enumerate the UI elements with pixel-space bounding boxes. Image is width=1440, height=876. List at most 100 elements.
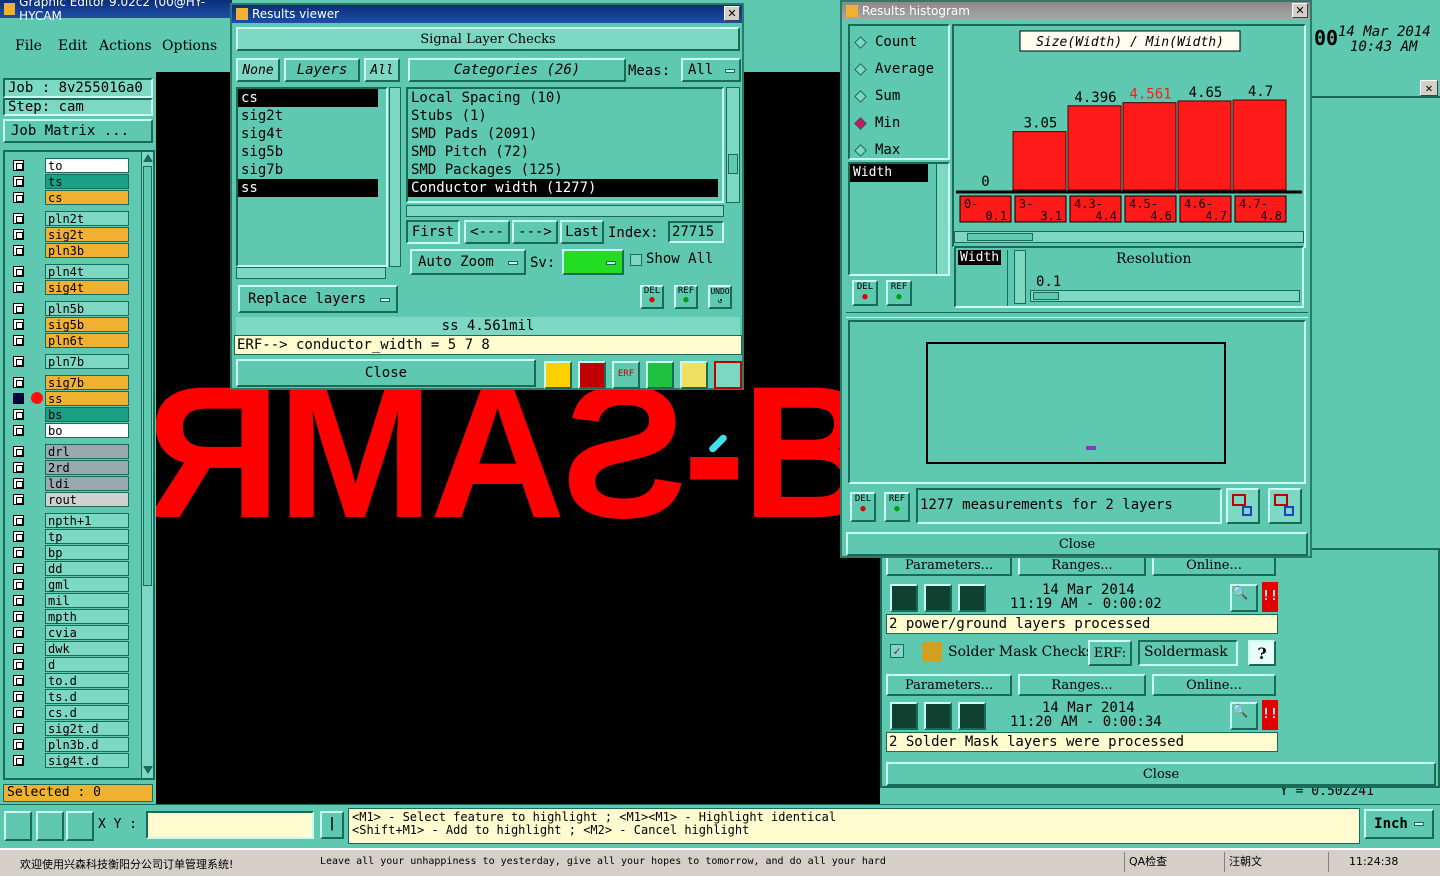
layer-name[interactable]: mpth [45,609,129,624]
close-icon[interactable]: ✕ [1292,3,1308,18]
mode-radio-min[interactable]: Min [854,113,900,133]
category-item[interactable]: Local Spacing (10) [408,89,718,107]
category-item[interactable]: SMD Packages (125) [408,161,718,179]
layer-row-pln7b[interactable]: pln7b [9,354,129,369]
layer-row-rout[interactable]: rout [9,492,129,507]
layer-row-gml[interactable]: gml [9,577,129,592]
results-viewer-titlebar[interactable]: Results viewer ✕ [232,5,742,23]
menu-options[interactable]: Options [162,38,217,54]
snap-icon[interactable] [4,811,32,841]
layer-name[interactable]: to [45,158,129,173]
histogram-icon[interactable] [714,361,742,389]
category-scroll-thumb[interactable] [728,154,738,174]
auto-zoom-dropdown[interactable]: Auto Zoom [410,249,526,275]
axis-list-scroll[interactable] [936,164,948,274]
layer-name[interactable]: pln5b [45,301,129,316]
category-list[interactable]: Local Spacing (10) Stubs (1) SMD Pads (209… [406,87,724,203]
ref-icon[interactable]: REF ● [886,280,912,306]
layer-name[interactable]: ldi [45,476,129,491]
import-icon[interactable] [1268,488,1302,524]
highlight-tool-icon[interactable] [544,361,572,389]
layer-name[interactable]: rout [45,492,129,507]
mode-radio-count[interactable]: Count [854,32,917,52]
ref-icon[interactable]: REF ● [884,492,910,522]
layer-row-ts.d[interactable]: ts.d [9,689,129,704]
xy-input[interactable] [146,811,314,839]
layer-checkbox[interactable] [13,446,24,457]
scroll-down-arrow-icon[interactable] [143,766,153,774]
layer-checkbox[interactable] [13,723,24,734]
run-all-icon[interactable] [924,702,952,730]
layer-checkbox[interactable] [13,494,24,505]
layer-row-cs.d[interactable]: cs.d [9,705,129,720]
parameters-button-2[interactable]: Parameters... [886,674,1012,696]
del-icon[interactable]: DEL ● [850,492,876,522]
layer-checkbox[interactable] [13,707,24,718]
run-all-icon[interactable] [924,584,952,612]
layer-checkbox[interactable] [13,425,24,436]
layer-checkbox[interactable] [13,595,24,606]
category-item[interactable]: Conductor width (1277) [408,179,718,197]
zoom-icon[interactable]: 🔍 [1230,702,1258,730]
layer-checkbox[interactable] [13,409,24,420]
layer-name[interactable]: bp [45,545,129,560]
layer-checkbox[interactable] [13,515,24,526]
layer-name[interactable]: 2rd [45,460,129,475]
layer-checkbox[interactable] [13,282,24,293]
layer-row-drl[interactable]: drl [9,444,129,459]
layer-row-npth+1[interactable]: npth+1 [9,513,129,528]
layer-row-cvia[interactable]: cvia [9,625,129,640]
stop-icon[interactable] [958,584,986,612]
erf-button[interactable]: ERF: [1088,640,1132,666]
step-icon[interactable] [646,361,674,389]
layer-row-mpth[interactable]: mpth [9,609,129,624]
layer-name[interactable]: bo [45,423,129,438]
layer-row-pln2t[interactable]: pln2t [9,211,129,226]
layer-name[interactable]: cs [45,190,129,205]
all-button[interactable]: All [364,58,400,82]
first-button[interactable]: First [406,220,460,244]
resolution-scroll[interactable] [1014,250,1026,304]
layer-checkbox[interactable] [13,579,24,590]
axis-list[interactable]: Width [848,162,950,276]
preview-frame[interactable] [926,342,1226,464]
layer-checkbox[interactable] [13,755,24,766]
viewer-layer-list[interactable]: cs sig2t sig4t sig5b sig7b ss [236,87,388,267]
layer-row-to.d[interactable]: to.d [9,673,129,688]
menu-file[interactable]: File [15,38,42,54]
layer-row-bp[interactable]: bp [9,545,129,560]
histogram-chart[interactable]: Size(Width) / Min(Width) 00- 0.1 3.05 3- 3.1 4… [954,26,1304,246]
layer-checkbox[interactable] [13,192,24,203]
job-matrix-button[interactable]: Job Matrix ... [3,119,153,143]
layer-checkbox[interactable] [13,643,24,654]
layer-row-ts[interactable]: ts [9,174,129,189]
layer-row-sig7b[interactable]: sig7b [9,375,129,390]
layer-checkbox[interactable] [13,176,24,187]
layer-name[interactable]: mil [45,593,129,608]
layer-name[interactable]: pln4t [45,264,129,279]
mode-radio-max[interactable]: Max [854,140,900,160]
category-hscroll[interactable] [406,205,724,217]
layer-scrollbar[interactable] [141,152,153,778]
undo-icon[interactable]: UNDO ↺ [708,285,732,309]
layer-name[interactable]: pln2t [45,211,129,226]
layer-row-sig4t.d[interactable]: sig4t.d [9,753,129,768]
menu-actions[interactable]: Actions [99,38,152,54]
help-button[interactable]: ? [1248,640,1276,666]
layer-row-pln6t[interactable]: pln6t [9,333,129,348]
replace-layers-dropdown[interactable]: Replace layers [238,285,398,313]
histogram-close-button[interactable]: Close [846,532,1308,556]
layer-name[interactable]: ts.d [45,689,129,704]
layer-row-sig4t[interactable]: sig4t [9,280,129,295]
chart-hscroll[interactable] [954,231,1304,243]
resolution-slider[interactable] [1030,290,1300,302]
layer-row-cs[interactable]: cs [9,190,129,205]
layer-checkbox[interactable] [13,266,24,277]
units-dropdown[interactable]: Inch [1364,809,1434,839]
none-button[interactable]: None [236,58,280,82]
menu-edit[interactable]: Edit [58,38,87,54]
main-titlebar[interactable]: Graphic Editor 9.02c2 (00@HY-HYCAM [0,0,232,23]
layer-name[interactable]: pln3b [45,243,129,258]
layer-name[interactable]: npth+1 [45,513,129,528]
layer-checkbox[interactable] [13,462,24,473]
